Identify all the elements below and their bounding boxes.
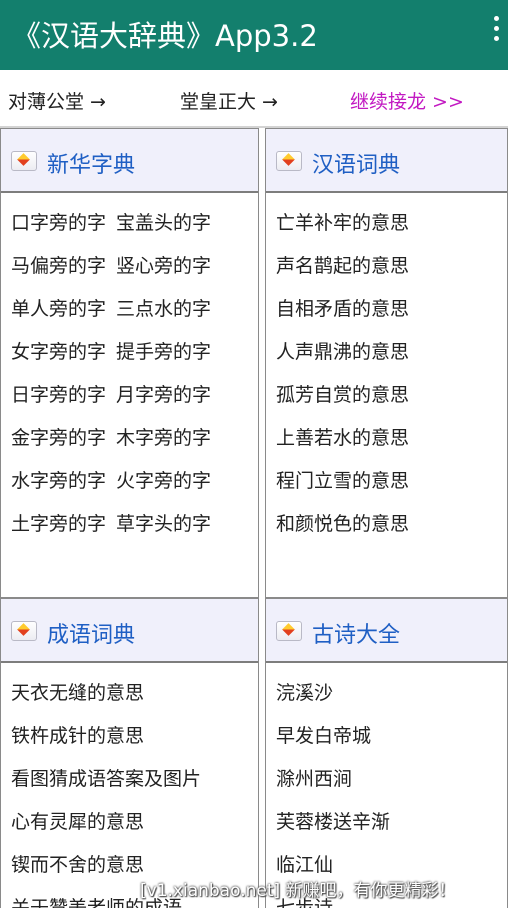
chain-link-1[interactable]: 对薄公堂 → bbox=[8, 87, 106, 114]
list-row: 日字旁的字 月字旁的字 bbox=[11, 383, 254, 426]
list-link[interactable]: 宝盖头的字 bbox=[116, 212, 211, 234]
idiom-chain-bar: 对薄公堂 → 堂皇正大 → 继续接龙 >> bbox=[0, 70, 508, 128]
app-bar: 《汉语大辞典》App3.2 bbox=[0, 0, 508, 70]
list-link[interactable]: 和颜悦色的意思 bbox=[276, 512, 503, 555]
list-link[interactable]: 亡羊补牢的意思 bbox=[276, 211, 503, 254]
section-title: 古诗大全 bbox=[312, 623, 401, 648]
diamond-icon bbox=[276, 151, 302, 171]
section-list: 亡羊补牢的意思 声名鹊起的意思 自相矛盾的意思 人声鼎沸的意思 孤芳自赏的意思 … bbox=[276, 211, 503, 555]
watermark: [v1.xianbao.net] 新赚吧，有你更精彩！ bbox=[140, 881, 456, 901]
continue-chain-link[interactable]: 继续接龙 >> bbox=[350, 87, 464, 114]
diamond-icon bbox=[11, 621, 37, 641]
list-row: 水字旁的字 火字旁的字 bbox=[11, 469, 254, 512]
overflow-menu-icon[interactable] bbox=[490, 16, 502, 46]
chain-link-2[interactable]: 堂皇正大 → bbox=[180, 87, 278, 114]
section-xinhua-dictionary: 新华字典 口字旁的字 宝盖头的字 马偏旁的字 竖心旁的字 单人旁的字 三点水的字 女字… bbox=[0, 128, 259, 598]
list-link[interactable]: 上善若水的意思 bbox=[276, 426, 503, 469]
section-title: 成语词典 bbox=[47, 623, 136, 648]
list-row: 金字旁的字 木字旁的字 bbox=[11, 426, 254, 469]
list-link[interactable]: 提手旁的字 bbox=[116, 341, 211, 363]
list-link[interactable]: 三点水的字 bbox=[116, 298, 211, 320]
list-link[interactable]: 木字旁的字 bbox=[116, 427, 211, 449]
section-title: 新华字典 bbox=[47, 153, 136, 178]
list-link[interactable]: 声名鹊起的意思 bbox=[276, 254, 503, 297]
section-chinese-dictionary: 汉语词典 亡羊补牢的意思 声名鹊起的意思 自相矛盾的意思 人声鼎沸的意思 孤芳自… bbox=[265, 128, 508, 598]
list-link[interactable]: 金字旁的字 bbox=[11, 427, 106, 449]
list-link[interactable]: 自相矛盾的意思 bbox=[276, 297, 503, 340]
section-idiom-dictionary: 成语词典 天衣无缝的意思 铁杵成针的意思 看图猜成语答案及图片 心有灵犀的意思 … bbox=[0, 598, 259, 908]
diamond-icon bbox=[276, 621, 302, 641]
list-link[interactable]: 铁杵成针的意思 bbox=[11, 724, 254, 767]
list-link[interactable]: 早发白帝城 bbox=[276, 724, 503, 767]
section-title: 汉语词典 bbox=[312, 153, 401, 178]
list-link[interactable]: 火字旁的字 bbox=[116, 470, 211, 492]
section-header[interactable]: 汉语词典 bbox=[266, 129, 507, 193]
section-list: 天衣无缝的意思 铁杵成针的意思 看图猜成语答案及图片 心有灵犀的意思 锲而不舍的… bbox=[11, 681, 254, 908]
list-link[interactable]: 土字旁的字 bbox=[11, 513, 106, 535]
list-row: 马偏旁的字 竖心旁的字 bbox=[11, 254, 254, 297]
list-row: 土字旁的字 草字头的字 bbox=[11, 512, 254, 555]
list-link[interactable]: 孤芳自赏的意思 bbox=[276, 383, 503, 426]
app-title: 《汉语大辞典》App3.2 bbox=[12, 19, 318, 53]
list-link[interactable]: 天衣无缝的意思 bbox=[11, 681, 254, 724]
list-row: 女字旁的字 提手旁的字 bbox=[11, 340, 254, 383]
section-header[interactable]: 古诗大全 bbox=[266, 599, 507, 663]
list-link[interactable]: 人声鼎沸的意思 bbox=[276, 340, 503, 383]
list-link[interactable]: 月字旁的字 bbox=[116, 384, 211, 406]
diamond-icon bbox=[11, 151, 37, 171]
section-list: 浣溪沙 早发白帝城 滁州西涧 芙蓉楼送辛渐 临江仙 七步诗 bbox=[276, 681, 503, 908]
section-classical-poems: 古诗大全 浣溪沙 早发白帝城 滁州西涧 芙蓉楼送辛渐 临江仙 七步诗 bbox=[265, 598, 508, 908]
list-link[interactable]: 浣溪沙 bbox=[276, 681, 503, 724]
list-link[interactable]: 水字旁的字 bbox=[11, 470, 106, 492]
section-header[interactable]: 成语词典 bbox=[1, 599, 258, 663]
list-link[interactable]: 女字旁的字 bbox=[11, 341, 106, 363]
section-header[interactable]: 新华字典 bbox=[1, 129, 258, 193]
list-link[interactable]: 滁州西涧 bbox=[276, 767, 503, 810]
list-link[interactable]: 日字旁的字 bbox=[11, 384, 106, 406]
list-link[interactable]: 心有灵犀的意思 bbox=[11, 810, 254, 853]
list-row: 口字旁的字 宝盖头的字 bbox=[11, 211, 254, 254]
list-link[interactable]: 看图猜成语答案及图片 bbox=[11, 767, 254, 810]
list-link[interactable]: 马偏旁的字 bbox=[11, 255, 106, 277]
list-link[interactable]: 芙蓉楼送辛渐 bbox=[276, 810, 503, 853]
list-row: 单人旁的字 三点水的字 bbox=[11, 297, 254, 340]
list-link[interactable]: 单人旁的字 bbox=[11, 298, 106, 320]
section-list: 口字旁的字 宝盖头的字 马偏旁的字 竖心旁的字 单人旁的字 三点水的字 女字旁的字 提手… bbox=[11, 211, 254, 555]
list-link[interactable]: 口字旁的字 bbox=[11, 212, 106, 234]
list-link[interactable]: 竖心旁的字 bbox=[116, 255, 211, 277]
list-link[interactable]: 程门立雪的意思 bbox=[276, 469, 503, 512]
list-link[interactable]: 草字头的字 bbox=[116, 513, 211, 535]
